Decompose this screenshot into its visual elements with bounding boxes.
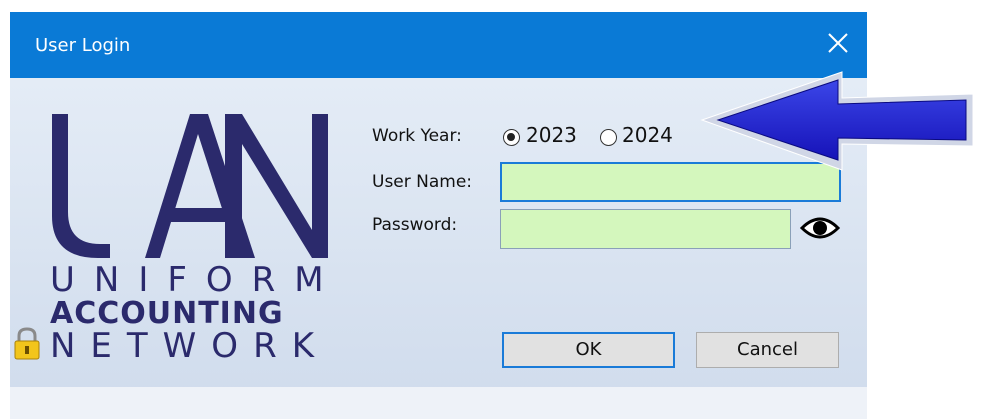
cancel-button[interactable]: Cancel [696,332,839,368]
password-field[interactable] [500,209,791,249]
close-icon[interactable] [823,28,853,58]
show-password-eye-icon[interactable] [800,214,840,242]
year-2023-radio[interactable] [503,129,520,146]
year-2024-radio[interactable] [600,129,617,146]
pointer-arrow-icon [700,71,974,171]
year-2024-label[interactable]: 2024 [622,123,673,147]
year-2023-label[interactable]: 2023 [526,123,577,147]
logo-text-uniform: UNIFORM [50,260,343,300]
lock-icon [14,327,40,360]
username-label: User Name: [372,172,473,192]
uan-logo [52,114,328,258]
dialog-title: User Login [35,35,131,56]
ok-button[interactable]: OK [502,332,675,368]
dialog-footer-strip [10,387,867,419]
work-year-label: Work Year: [372,126,462,146]
logo-text-network: NETWORK [50,326,329,366]
password-label: Password: [372,215,458,235]
radio-selected-dot [507,133,515,141]
